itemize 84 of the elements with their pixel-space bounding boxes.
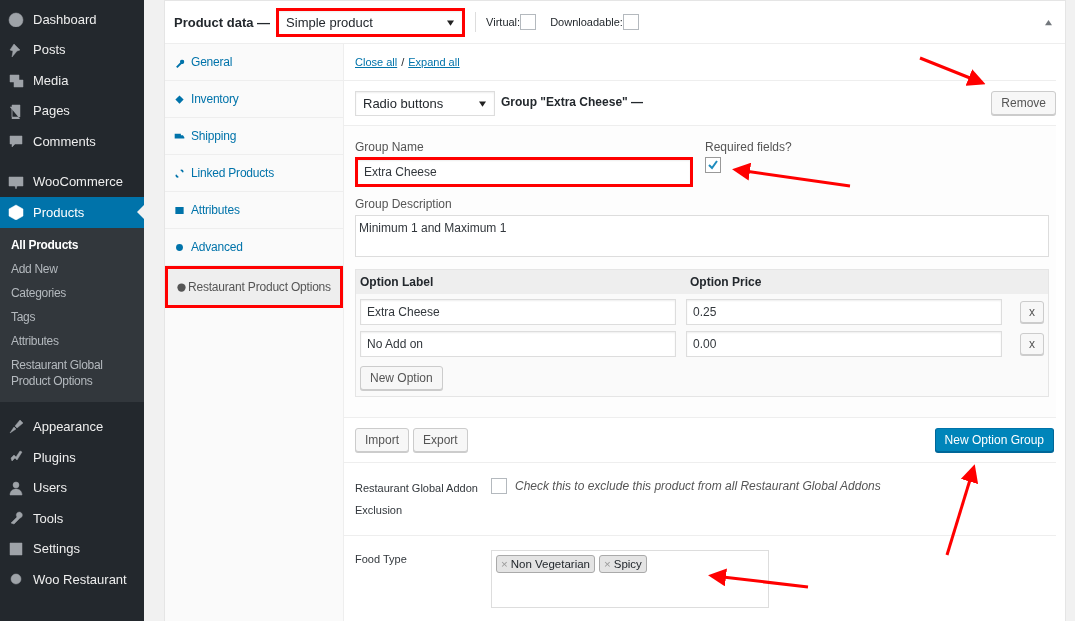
new-option-button[interactable]: New Option [360,366,443,390]
submenu-item[interactable]: Restaurant Global Product Options [0,353,144,394]
column-header: Option Label [359,275,435,289]
checkbox-label: Downloadable: [550,16,623,28]
column-header: Option Price [689,275,762,289]
checkbox-description: Check this to exclude this product from all Restaurant Global Addons [515,479,881,493]
group-title: Group "Extra Cheese" — [501,95,644,109]
product-data-tab[interactable]: General [165,44,343,81]
sidebar-menu-item[interactable]: Settings [0,533,144,564]
food-type-field[interactable]: × Non Vegetarian × Spicy [491,550,769,608]
expand-all-link[interactable]: Expand all [408,56,460,68]
submenu-item[interactable]: Add New [0,257,144,282]
active-pointer-icon [137,205,144,219]
option-price-field[interactable]: 0.25 [686,299,1002,325]
downloadable-checkbox[interactable] [622,14,639,30]
tab-icon [174,241,185,253]
sidebar-menu-item[interactable]: Pages [0,95,144,126]
menu-icon [8,540,24,557]
sidebar-menu-item[interactable]: Users [0,472,144,503]
toolbar-button[interactable]: Export [413,428,468,452]
exclusion-checkbox[interactable] [491,478,507,494]
group-type-select[interactable]: Radio buttons [355,90,495,116]
field-label: Restaurant Global Addon Exclusion [355,481,479,518]
menu-icon [8,571,24,588]
virtual-checkbox[interactable] [520,14,537,30]
delete-option-button[interactable]: x [1020,333,1044,355]
sidebar-menu-item[interactable]: Comments [0,126,144,157]
tab-icon [174,204,185,216]
product-data-tab[interactable]: Restaurant Product Options [165,266,343,308]
field-label: Group Description [355,197,453,211]
menu-icon [8,173,24,190]
submenu-item[interactable]: Attributes [0,329,144,354]
menu-icon [8,418,24,435]
food-type-tag[interactable]: × Spicy [599,555,647,573]
menu-icon [8,133,24,150]
sidebar-menu-item[interactable]: Posts [0,34,144,65]
close-all-link[interactable]: Close all [355,56,398,68]
product-data-tab[interactable]: Inventory [165,81,343,118]
sidebar-menu-item[interactable]: Woo Restaurant [0,564,144,595]
toolbar-button[interactable]: Import [355,428,409,452]
group-description-field[interactable]: Minimum 1 and Maximum 1 [355,215,1049,257]
product-data-tab[interactable]: Shipping [165,118,343,155]
delete-option-button[interactable]: x [1020,301,1044,323]
menu-icon [8,11,24,28]
menu-icon [8,479,24,496]
submenu-item[interactable]: Tags [0,305,144,330]
option-label-field[interactable]: Extra Cheese [360,299,676,325]
field-label: Required fields? [705,140,792,154]
new-option-group-button[interactable]: New Option Group [934,428,1054,452]
field-label: Food Type [355,552,408,567]
tab-icon [174,167,185,179]
required-checkbox[interactable] [705,157,721,173]
product-type-select[interactable]: Simple product [276,7,466,37]
sidebar-menu-item[interactable]: Media [0,65,144,96]
menu-icon [8,72,24,89]
sidebar-menu-item[interactable]: Dashboard [0,4,144,35]
submenu-item[interactable]: Categories [0,281,144,306]
menu-icon [8,204,24,221]
caret-icon [447,19,455,26]
tab-icon [174,93,185,105]
collapse-icon[interactable] [1044,18,1053,26]
checkbox-label: Virtual: [486,16,521,28]
food-type-tag[interactable]: × Non Vegetarian [496,555,595,573]
sidebar-menu-item[interactable]: Tools [0,503,144,534]
remove-button[interactable]: Remove [991,91,1056,115]
menu-icon [8,510,24,527]
tab-icon [176,281,187,293]
sidebar-menu-item[interactable]: WooCommerce [0,166,144,197]
group-name-field[interactable]: Extra Cheese [355,157,693,187]
submenu-item[interactable]: All Products [0,233,144,258]
caret-icon [479,100,486,107]
sidebar-menu-item[interactable]: Products [0,197,144,228]
annotation-arrow [919,56,986,86]
sidebar-menu-item[interactable]: Appearance [0,411,144,442]
link-separator: / [401,56,405,68]
menu-icon [8,102,24,119]
option-label-field[interactable]: No Add on [360,331,676,357]
field-label: Group Name [355,140,425,154]
option-price-field[interactable]: 0.00 [686,331,1002,357]
checkmark-icon [707,159,719,171]
product-data-tab[interactable]: Attributes [165,192,343,229]
panel-title: Product data — [174,14,271,30]
product-data-tab[interactable]: Linked Products [165,155,343,192]
sidebar-menu-item[interactable]: Plugins [0,442,144,473]
